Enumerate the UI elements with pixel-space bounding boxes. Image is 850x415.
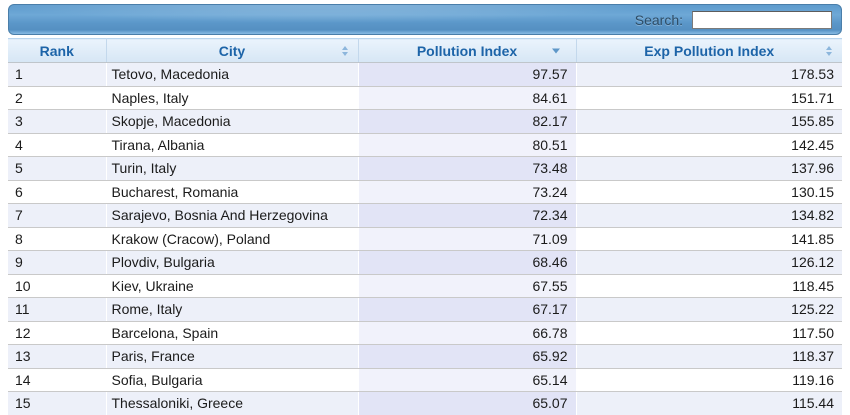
rank-cell: 11 [8,298,106,322]
rank-cell: 2 [8,86,106,110]
exp-pollution-index-cell: 137.96 [576,157,842,181]
city-cell: Krakow (Cracow), Poland [106,227,358,251]
search-label: Search: [635,12,683,28]
pollution-index-cell: 71.09 [358,227,576,251]
table-row: 2Naples, Italy84.61151.71 [8,86,842,110]
rank-cell: 14 [8,368,106,392]
header-row: Rank City Pollution Index Exp Pollution … [8,39,842,63]
column-header-exp-pollution-index[interactable]: Exp Pollution Index [576,39,842,63]
rank-cell: 1 [8,63,106,87]
rank-cell: 8 [8,227,106,251]
column-header-label: Exp Pollution Index [644,43,774,59]
column-header-pollution-index[interactable]: Pollution Index [358,39,576,63]
exp-pollution-index-cell: 178.53 [576,63,842,87]
exp-pollution-index-cell: 117.50 [576,321,842,345]
pollution-index-cell: 68.46 [358,251,576,275]
city-cell: Kiev, Ukraine [106,274,358,298]
rank-cell: 3 [8,110,106,134]
rank-cell: 12 [8,321,106,345]
table-row: 13Paris, France65.92118.37 [8,345,842,369]
city-cell: Sofia, Bulgaria [106,368,358,392]
column-header-label: Rank [40,43,74,59]
rank-cell: 15 [8,392,106,415]
table-row: 5Turin, Italy73.48137.96 [8,157,842,181]
pollution-index-cell: 73.48 [358,157,576,181]
table-row: 15Thessaloniki, Greece65.07115.44 [8,392,842,415]
column-header-label: Pollution Index [417,43,517,59]
pollution-index-cell: 65.07 [358,392,576,415]
exp-pollution-index-cell: 118.37 [576,345,842,369]
sort-unsorted-icon [826,46,832,56]
pollution-index-table: Rank City Pollution Index Exp Pollution … [8,38,842,415]
search-bar: Search: [8,4,842,35]
city-cell: Tetovo, Macedonia [106,63,358,87]
city-cell: Naples, Italy [106,86,358,110]
city-cell: Paris, France [106,345,358,369]
exp-pollution-index-cell: 130.15 [576,180,842,204]
exp-pollution-index-cell: 126.12 [576,251,842,275]
pollution-index-cell: 72.34 [358,204,576,228]
table-row: 9Plovdiv, Bulgaria68.46126.12 [8,251,842,275]
city-cell: Tirana, Albania [106,133,358,157]
table-row: 6Bucharest, Romania73.24130.15 [8,180,842,204]
pollution-index-cell: 84.61 [358,86,576,110]
exp-pollution-index-cell: 141.85 [576,227,842,251]
pollution-index-cell: 67.55 [358,274,576,298]
rank-cell: 10 [8,274,106,298]
table-row: 8Krakow (Cracow), Poland71.09141.85 [8,227,842,251]
exp-pollution-index-cell: 151.71 [576,86,842,110]
pollution-index-cell: 66.78 [358,321,576,345]
table-row: 10Kiev, Ukraine67.55118.45 [8,274,842,298]
exp-pollution-index-cell: 118.45 [576,274,842,298]
pollution-index-cell: 67.17 [358,298,576,322]
pollution-index-cell: 65.14 [358,368,576,392]
city-cell: Turin, Italy [106,157,358,181]
exp-pollution-index-cell: 142.45 [576,133,842,157]
pollution-index-cell: 65.92 [358,345,576,369]
pollution-index-cell: 80.51 [358,133,576,157]
sort-descending-icon [552,48,560,53]
city-cell: Skopje, Macedonia [106,110,358,134]
column-header-label: City [219,43,245,59]
city-cell: Rome, Italy [106,298,358,322]
exp-pollution-index-cell: 134.82 [576,204,842,228]
city-cell: Sarajevo, Bosnia And Herzegovina [106,204,358,228]
rank-cell: 13 [8,345,106,369]
exp-pollution-index-cell: 155.85 [576,110,842,134]
table-row: 14Sofia, Bulgaria65.14119.16 [8,368,842,392]
rank-cell: 7 [8,204,106,228]
rank-cell: 6 [8,180,106,204]
exp-pollution-index-cell: 119.16 [576,368,842,392]
pollution-index-cell: 73.24 [358,180,576,204]
pollution-index-cell: 82.17 [358,110,576,134]
sort-unsorted-icon [342,46,348,56]
exp-pollution-index-cell: 115.44 [576,392,842,415]
rank-cell: 4 [8,133,106,157]
table-row: 1Tetovo, Macedonia97.57178.53 [8,63,842,87]
table-body: 1Tetovo, Macedonia97.57178.532Naples, It… [8,63,842,415]
column-header-rank: Rank [8,39,106,63]
table-row: 12Barcelona, Spain66.78117.50 [8,321,842,345]
pollution-index-cell: 97.57 [358,63,576,87]
table-row: 11Rome, Italy67.17125.22 [8,298,842,322]
column-header-city[interactable]: City [106,39,358,63]
table-row: 3Skopje, Macedonia82.17155.85 [8,110,842,134]
rank-cell: 5 [8,157,106,181]
city-cell: Bucharest, Romania [106,180,358,204]
city-cell: Barcelona, Spain [106,321,358,345]
search-input[interactable] [692,11,832,29]
page: Search: Rank City Pollution Index [0,0,850,415]
table-row: 4Tirana, Albania80.51142.45 [8,133,842,157]
city-cell: Plovdiv, Bulgaria [106,251,358,275]
exp-pollution-index-cell: 125.22 [576,298,842,322]
city-cell: Thessaloniki, Greece [106,392,358,415]
table-row: 7Sarajevo, Bosnia And Herzegovina72.3413… [8,204,842,228]
rank-cell: 9 [8,251,106,275]
